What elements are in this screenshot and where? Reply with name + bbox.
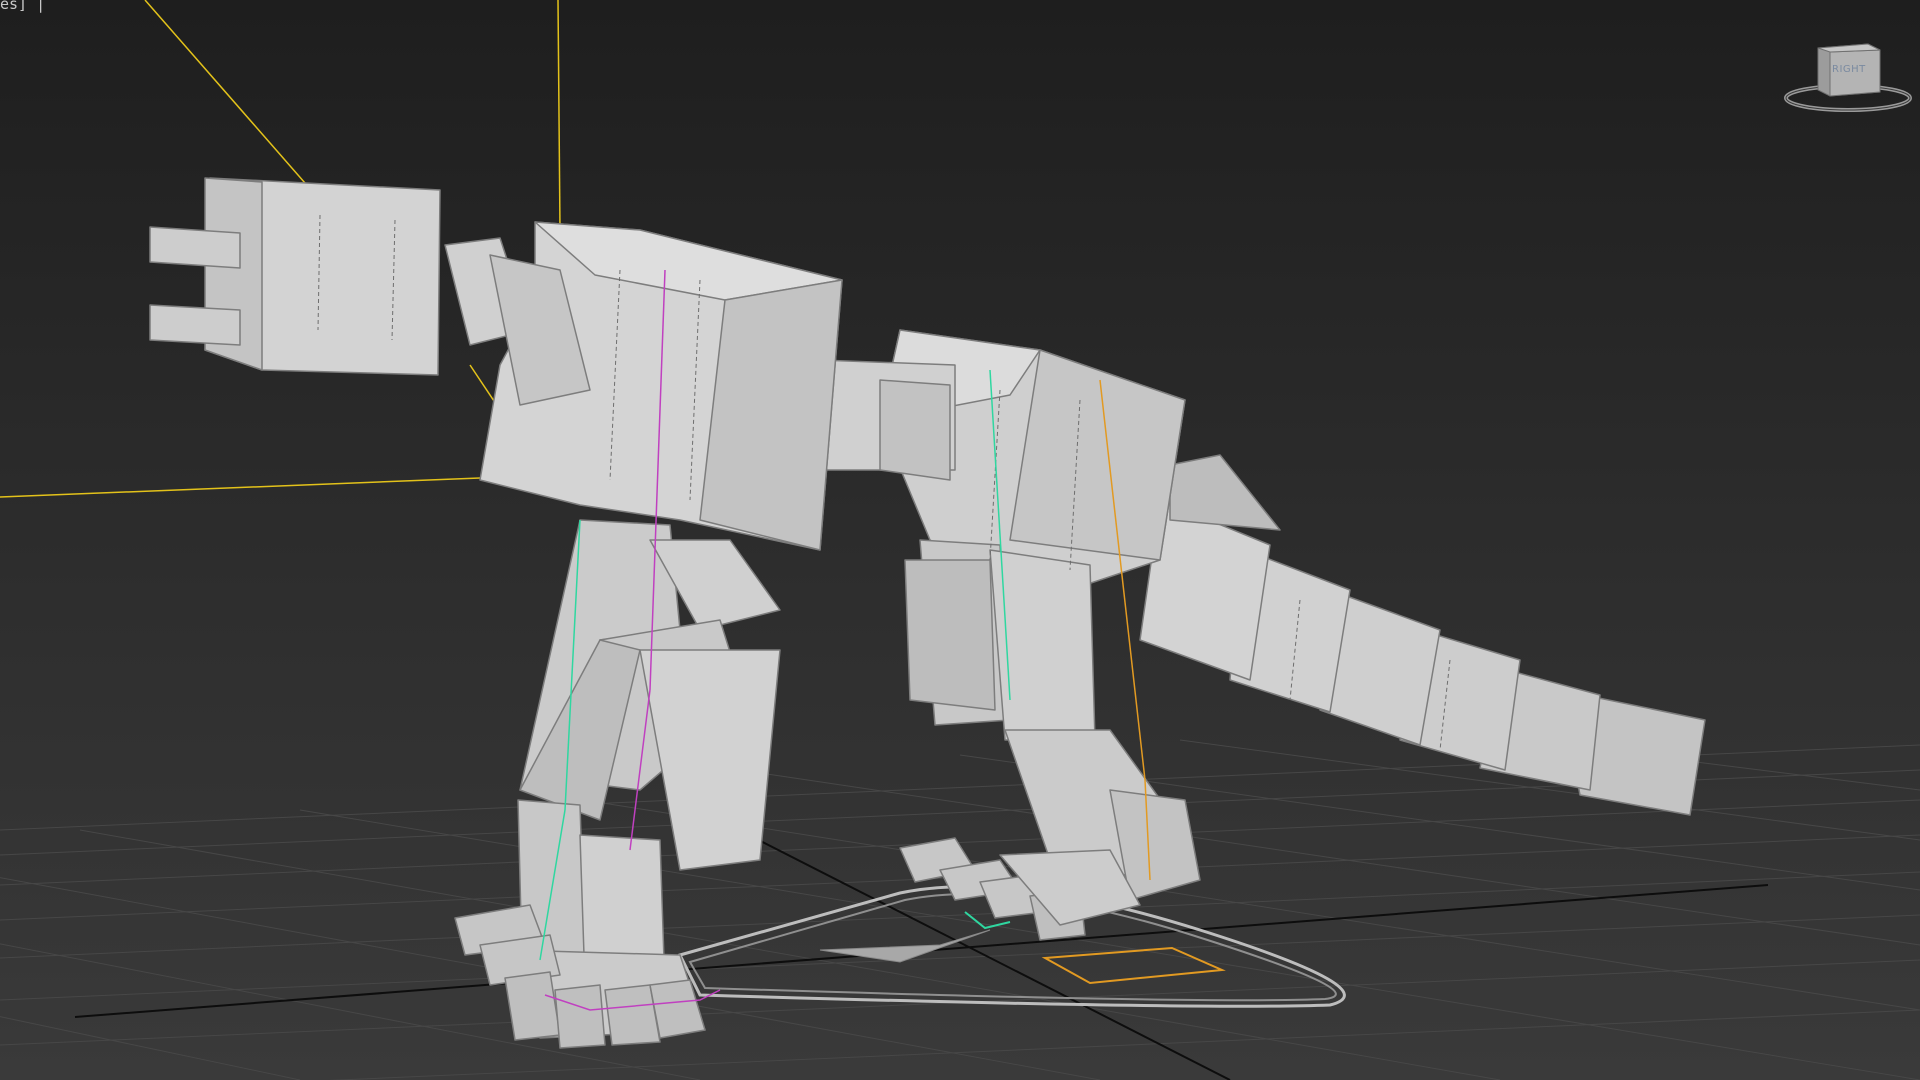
front-toe	[504, 971, 561, 1041]
front-leg-lower	[639, 649, 781, 871]
torso-connector	[879, 379, 951, 481]
viewport-label-text[interactable]: es] |	[0, 0, 45, 13]
tail-segment	[1169, 454, 1281, 531]
scene-canvas[interactable]	[0, 0, 1920, 1080]
world-axes	[74, 799, 1769, 1080]
hip-block-front	[1009, 349, 1186, 561]
front-toe	[554, 984, 606, 1049]
hind-leg-upper-front	[989, 549, 1096, 741]
head-horn	[149, 226, 241, 269]
viewcube-face-label[interactable]: RIGHT	[1832, 64, 1866, 75]
viewcube-icon	[1784, 43, 1912, 112]
viewport-label-menu[interactable]: es] |	[0, 0, 45, 12]
3d-viewport[interactable]: es] | RIGHT	[0, 0, 1920, 1080]
head-horn	[149, 304, 241, 346]
hind-leg-thigh	[904, 559, 996, 711]
viewcube[interactable]: RIGHT	[1778, 36, 1918, 122]
character-mesh[interactable]	[149, 177, 1706, 1049]
ik-target[interactable]	[1041, 946, 1226, 985]
